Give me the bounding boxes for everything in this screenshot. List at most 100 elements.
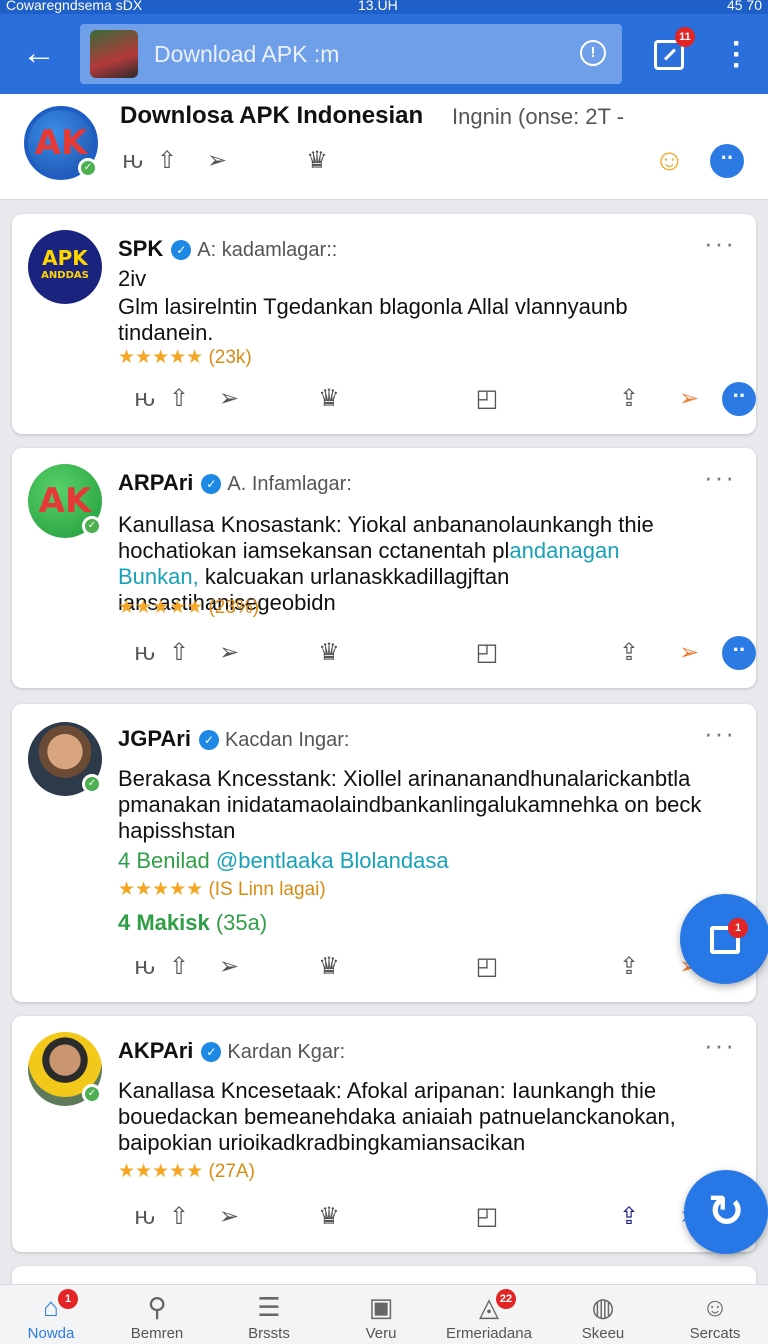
nav-item-list[interactable]: ☰ Brssts xyxy=(214,1285,324,1344)
post-handle: Kacdan Ingar: xyxy=(224,729,350,751)
send-icon[interactable]: ➢ xyxy=(202,146,232,176)
post-handle: Kardan Kgar: xyxy=(227,1041,346,1063)
more-icon[interactable]: ··· xyxy=(704,718,736,749)
more-options-button[interactable]: ·· xyxy=(722,382,756,416)
share-icon[interactable]: ⇧ xyxy=(164,1202,194,1232)
post-extra: 4 Makisk (35a) xyxy=(118,910,268,935)
nav-badge: 1 xyxy=(58,1289,78,1309)
upload-icon[interactable]: ⇪ xyxy=(614,1202,644,1232)
verified-dot-icon: ✓ xyxy=(82,774,102,794)
status-bar: Cowaregndsema sDX 13.UH 45 70 xyxy=(0,0,768,14)
post-body: Kanallasa Kncesetaak: Afokal aripanan: I… xyxy=(118,1078,676,1155)
post-author[interactable]: JGPAri ✓ Kacdan Ingar: xyxy=(118,726,349,752)
upload-icon[interactable]: ⇪ xyxy=(614,952,644,982)
search-text[interactable]: Download APK :m xyxy=(154,24,339,84)
more-icon[interactable]: ··· xyxy=(704,228,736,259)
post-card[interactable]: ✓ AKPAri ✓ Kardan Kgar: ··· Kanallasa Knce… xyxy=(12,1016,756,1252)
rating-count: (23k) xyxy=(208,347,252,368)
rating-count: (27A) xyxy=(208,1161,255,1182)
post-card[interactable]: AK ✓ ARPAri ✓ A. Infamlagar: ··· Kanullasa… xyxy=(12,448,756,688)
post-actions: ԋ ⇧ ➢ ♛ ◰ ⇪ ➢ ·· xyxy=(130,636,768,670)
post-handle: A. Infamlagar: xyxy=(227,473,352,495)
bottom-nav: ⌂ 1 Nowda ⚲ Bemren ☰ Brssts ▣ Veru ◬ 22 Er… xyxy=(0,1284,768,1344)
rating-count: (IS Linn lagai) xyxy=(208,879,326,900)
rating-stars: ★★★★★ xyxy=(118,879,204,900)
send-icon[interactable]: ➢ xyxy=(214,1202,244,1232)
more-options-button[interactable]: ·· xyxy=(722,636,756,670)
bookmark-icon[interactable]: ◰ xyxy=(472,952,502,982)
share-icon[interactable]: ⇧ xyxy=(152,146,182,176)
nav-item-explore[interactable]: ◍ Skeeu xyxy=(548,1285,658,1344)
post-tags: 4 Benilad @bentlaaka Blolandasa xyxy=(118,848,449,873)
send-icon[interactable]: ➢ xyxy=(214,952,244,982)
post-card[interactable]: ✓ JGPAri ✓ Kacdan Ingar: ··· Berakasa Knce… xyxy=(12,704,756,1002)
search-field[interactable]: Download APK :m ! xyxy=(80,24,622,84)
status-time: 13.UH xyxy=(358,0,398,13)
reply-icon[interactable]: ԋ xyxy=(118,146,148,176)
post-rating: ★★★★★ (27A) xyxy=(118,1160,255,1183)
verified-dot-icon: ✓ xyxy=(82,1084,102,1104)
upload-icon[interactable]: ⇪ xyxy=(614,638,644,668)
post-avatar[interactable]: AK ✓ xyxy=(28,464,102,538)
boost-icon[interactable]: ➢ xyxy=(674,384,704,414)
reply-icon[interactable]: ԋ xyxy=(130,384,160,414)
post-rating: ★★★★★ (IS Linn lagai) xyxy=(118,878,326,901)
compose-icon[interactable]: 11 xyxy=(654,27,695,70)
nav-item-profile[interactable]: ☺ Sercats xyxy=(660,1285,768,1344)
reply-icon[interactable]: ԋ xyxy=(130,1202,160,1232)
more-icon[interactable]: ··· xyxy=(704,1030,736,1061)
post-avatar[interactable]: APK ANDDAS xyxy=(28,230,102,304)
verified-badge-icon: ✓ xyxy=(201,474,222,494)
bookmark-icon[interactable]: ◰ xyxy=(472,384,502,414)
status-left-text: Cowaregndsema sDX xyxy=(6,0,143,13)
crown-icon[interactable]: ♛ xyxy=(314,638,344,668)
post-author[interactable]: SPK ✓ A: kadamlagar:: xyxy=(118,236,337,262)
post-author[interactable]: AKPAri ✓ Kardan Kgar: xyxy=(118,1038,345,1064)
page-title: Downlosa APK Indonesian xyxy=(120,102,424,129)
post-author[interactable]: ARPAri ✓ A. Infamlagar: xyxy=(118,470,352,496)
reply-icon[interactable]: ԋ xyxy=(130,952,160,982)
nav-item-home[interactable]: ⌂ 1 Nowda xyxy=(0,1285,106,1344)
refresh-fab[interactable]: ↻ xyxy=(684,1170,768,1254)
share-icon[interactable]: ⇧ xyxy=(164,384,194,414)
header-actions: ԋ ⇧ ➢ ♛ ☺ ·· xyxy=(118,144,758,178)
nav-badge: 22 xyxy=(496,1289,516,1309)
compose-fab[interactable]: 1 xyxy=(680,894,768,984)
verified-badge-icon: ✓ xyxy=(198,730,219,750)
refresh-icon: ↻ xyxy=(707,1187,745,1236)
crown-icon[interactable]: ♛ xyxy=(314,952,344,982)
square-icon: ▣ xyxy=(368,1292,394,1322)
bell-icon: ◬ 22 xyxy=(474,1289,516,1321)
emoji-icon[interactable]: ☺ xyxy=(654,146,685,176)
verified-badge-icon: ✓ xyxy=(201,1042,222,1062)
share-icon[interactable]: ⇧ xyxy=(164,952,194,982)
bookmark-icon[interactable]: ◰ xyxy=(472,1202,502,1232)
overflow-menu-icon[interactable]: · · · xyxy=(724,29,750,81)
upload-icon[interactable]: ⇪ xyxy=(614,384,644,414)
more-icon[interactable]: ··· xyxy=(704,462,736,493)
info-icon[interactable]: ! xyxy=(580,40,606,66)
verified-dot-icon: ✓ xyxy=(82,516,102,536)
header-card: AK ✓ Downlosa APK Indonesian Ingnin (ons… xyxy=(0,94,768,200)
reply-icon[interactable]: ԋ xyxy=(130,638,160,668)
send-icon[interactable]: ➢ xyxy=(214,384,244,414)
crown-icon[interactable]: ♛ xyxy=(314,384,344,414)
post-card[interactable]: APK ANDDAS SPK ✓ A: kadamlagar:: ··· 2iv G… xyxy=(12,214,756,434)
post-avatar[interactable]: ✓ xyxy=(28,1032,102,1106)
verified-badge-icon: ✓ xyxy=(171,240,192,260)
back-arrow-icon[interactable]: ← xyxy=(18,32,60,74)
send-icon[interactable]: ➢ xyxy=(214,638,244,668)
channel-avatar[interactable]: AK ✓ xyxy=(24,106,98,180)
status-battery-text: 45 70 xyxy=(726,0,762,13)
nav-item-notifications[interactable]: ◬ 22 Ermeriadana xyxy=(434,1285,544,1344)
crown-icon[interactable]: ♛ xyxy=(302,146,332,176)
post-avatar[interactable]: ✓ xyxy=(28,722,102,796)
post-body: Glm lasirelntin Tgedankan blagonla Allal… xyxy=(118,294,628,345)
bookmark-icon[interactable]: ◰ xyxy=(472,638,502,668)
more-options-button[interactable]: ·· xyxy=(710,144,744,178)
crown-icon[interactable]: ♛ xyxy=(314,1202,344,1232)
share-icon[interactable]: ⇧ xyxy=(164,638,194,668)
nav-item-search[interactable]: ⚲ Bemren xyxy=(102,1285,212,1344)
nav-item-square[interactable]: ▣ Veru xyxy=(326,1285,436,1344)
boost-icon[interactable]: ➢ xyxy=(674,638,704,668)
